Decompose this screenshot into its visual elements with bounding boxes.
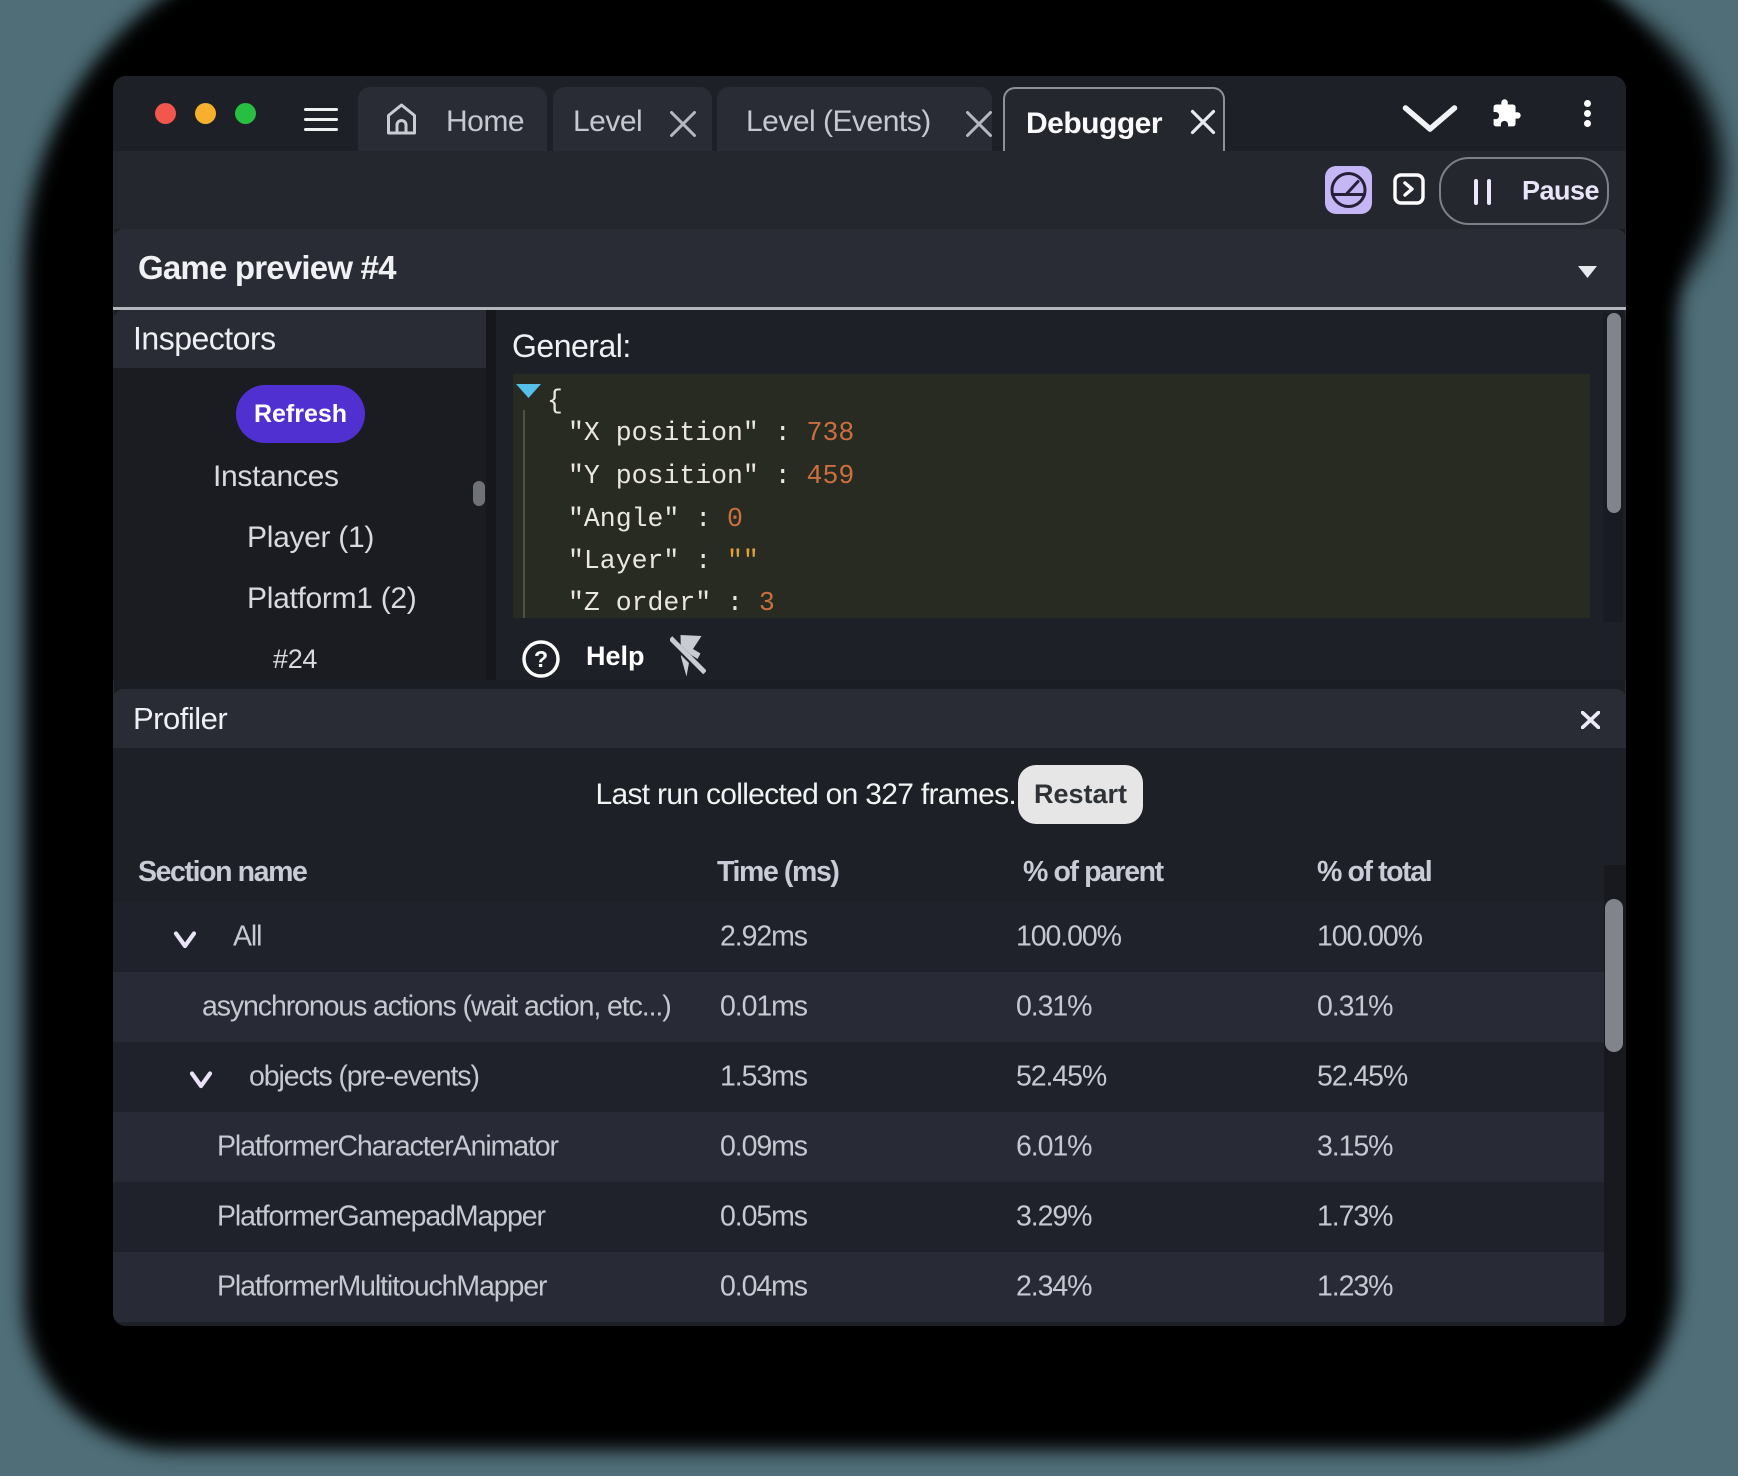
svg-text:?: ?: [534, 646, 548, 672]
